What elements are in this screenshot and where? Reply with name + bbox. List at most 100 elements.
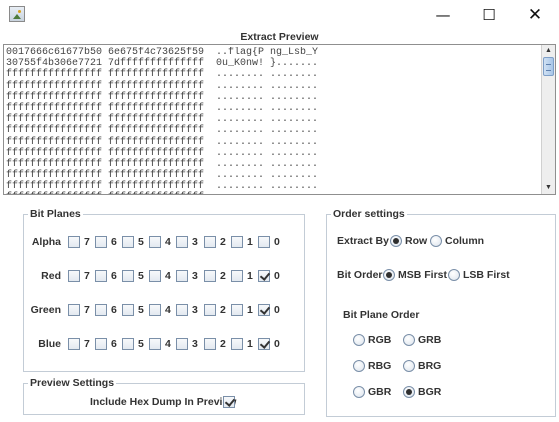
red-bit-6-label: 6 bbox=[111, 270, 117, 282]
green-row-label: Green bbox=[30, 304, 61, 316]
alpha-bit-3-checkbox[interactable] bbox=[176, 236, 188, 248]
scroll-down-arrow-icon[interactable]: ▼ bbox=[542, 182, 555, 194]
red-bit-4-checkbox[interactable] bbox=[149, 270, 161, 282]
green-bit-5-label: 5 bbox=[138, 304, 144, 316]
preview-line: 30755f4b306e7721 7dffffffffffffff 0u_K0n… bbox=[6, 58, 319, 70]
preview-line: ffffffffffffffff ffffffffffffffff ......… bbox=[6, 80, 319, 92]
blue-bit-5-checkbox[interactable] bbox=[122, 338, 134, 350]
red-bit-3-checkbox[interactable] bbox=[176, 270, 188, 282]
green-bit-6-checkbox[interactable] bbox=[95, 304, 107, 316]
bit-order-lsb-radio[interactable] bbox=[448, 269, 460, 281]
blue-bit-7-checkbox[interactable] bbox=[68, 338, 80, 350]
plane-order-gbr-radio[interactable] bbox=[353, 386, 365, 398]
alpha-bit-6-label: 6 bbox=[111, 236, 117, 248]
preview-line: 0017666c61677b50 6e675f4c73625f59 ..flag… bbox=[6, 47, 319, 58]
plane-order-rbg-label: RBG bbox=[368, 360, 392, 372]
close-button[interactable]: ✕ bbox=[512, 0, 558, 30]
bit-order-msb-radio[interactable] bbox=[383, 269, 395, 281]
green-bit-1-checkbox[interactable] bbox=[231, 304, 243, 316]
red-bit-2-checkbox[interactable] bbox=[204, 270, 216, 282]
red-bit-0-checkbox[interactable] bbox=[258, 270, 270, 282]
green-bit-4-checkbox[interactable] bbox=[149, 304, 161, 316]
blue-bit-1-checkbox[interactable] bbox=[231, 338, 243, 350]
alpha-bit-0-checkbox[interactable] bbox=[258, 236, 270, 248]
bit-planes-title: Bit Planes bbox=[28, 207, 83, 221]
scroll-up-arrow-icon[interactable]: ▲ bbox=[542, 45, 555, 57]
blue-bit-1-label: 1 bbox=[247, 338, 253, 350]
plane-order-rbg-radio[interactable] bbox=[353, 360, 365, 372]
blue-bit-6-checkbox[interactable] bbox=[95, 338, 107, 350]
blue-bit-7-label: 7 bbox=[84, 338, 90, 350]
red-bit-6-checkbox[interactable] bbox=[95, 270, 107, 282]
green-bit-0-checkbox[interactable] bbox=[258, 304, 270, 316]
alpha-bit-1-checkbox[interactable] bbox=[231, 236, 243, 248]
red-bit-5-checkbox[interactable] bbox=[122, 270, 134, 282]
green-bit-0-label: 0 bbox=[274, 304, 280, 316]
extract-by-column-radio[interactable] bbox=[430, 235, 442, 247]
plane-order-bgr-radio[interactable] bbox=[403, 386, 415, 398]
preview-line: ffffffffffffffff ffffffffffffffff ......… bbox=[6, 125, 319, 137]
green-bit-6-label: 6 bbox=[111, 304, 117, 316]
alpha-bit-1-label: 1 bbox=[247, 236, 253, 248]
blue-row-label: Blue bbox=[38, 338, 61, 350]
alpha-bit-5-checkbox[interactable] bbox=[122, 236, 134, 248]
green-bit-1-label: 1 bbox=[247, 304, 253, 316]
plane-order-gbr-label: GBR bbox=[368, 386, 392, 398]
blue-bit-0-checkbox[interactable] bbox=[258, 338, 270, 350]
blue-bit-3-checkbox[interactable] bbox=[176, 338, 188, 350]
alpha-bit-6-checkbox[interactable] bbox=[95, 236, 107, 248]
bit-order-lsb-label: LSB First bbox=[463, 269, 510, 281]
red-bit-7-label: 7 bbox=[84, 270, 90, 282]
preview-line: ffffffffffffffff ffffffffffffffff ......… bbox=[6, 69, 319, 81]
red-bit-7-checkbox[interactable] bbox=[68, 270, 80, 282]
red-bit-1-label: 1 bbox=[247, 270, 253, 282]
extract-preview-label: Extract Preview bbox=[240, 31, 319, 43]
red-bit-5-label: 5 bbox=[138, 270, 144, 282]
preview-line: ffffffffffffffff ffffffffffffffff ......… bbox=[6, 158, 319, 170]
preview-settings-title: Preview Settings bbox=[28, 376, 117, 390]
blue-bit-6-label: 6 bbox=[111, 338, 117, 350]
preview-line: ffffffffffffffff ffffffffffffffff ......… bbox=[6, 170, 319, 182]
bit-order-label: Bit Order bbox=[337, 269, 383, 281]
bit-planes-group: Bit Planes Alpha 7 6 5 4 3 2 1 0 Red 7 6 5 4 3 2 1 0 Green… bbox=[23, 207, 305, 372]
plane-order-brg-radio[interactable] bbox=[403, 360, 415, 372]
blue-bit-2-checkbox[interactable] bbox=[204, 338, 216, 350]
preview-line: ffffffffffffffff ffffffffffffffff ......… bbox=[6, 102, 319, 114]
green-bit-7-checkbox[interactable] bbox=[68, 304, 80, 316]
blue-bit-4-checkbox[interactable] bbox=[149, 338, 161, 350]
alpha-bit-3-label: 3 bbox=[192, 236, 198, 248]
red-bit-2-label: 2 bbox=[220, 270, 226, 282]
red-bit-1-checkbox[interactable] bbox=[231, 270, 243, 282]
red-row-label: Red bbox=[41, 270, 61, 282]
extract-by-row-label: Row bbox=[405, 235, 428, 247]
plane-order-brg-label: BRG bbox=[418, 360, 442, 372]
alpha-bit-2-label: 2 bbox=[220, 236, 226, 248]
plane-order-rgb-radio[interactable] bbox=[353, 334, 365, 346]
preview-line: ffffffffffffffff ffffffffffffffff ......… bbox=[6, 147, 319, 159]
maximize-button[interactable]: ☐ bbox=[466, 0, 512, 30]
order-settings-title: Order settings bbox=[331, 207, 407, 221]
green-bit-5-checkbox[interactable] bbox=[122, 304, 134, 316]
red-bit-3-label: 3 bbox=[192, 270, 198, 282]
green-bit-2-checkbox[interactable] bbox=[204, 304, 216, 316]
plane-order-grb-radio[interactable] bbox=[403, 334, 415, 346]
alpha-bit-0-label: 0 bbox=[274, 236, 280, 248]
extract-preview-textarea[interactable]: 0017666c61677b50 6e675f4c73625f59 ..flag… bbox=[3, 44, 556, 195]
minimize-button[interactable]: — bbox=[420, 0, 466, 30]
green-bit-3-label: 3 bbox=[192, 304, 198, 316]
green-bit-7-label: 7 bbox=[84, 304, 90, 316]
green-bit-4-label: 4 bbox=[165, 304, 171, 316]
alpha-bit-7-checkbox[interactable] bbox=[68, 236, 80, 248]
extract-by-row-radio[interactable] bbox=[390, 235, 402, 247]
hex-dump-checkbox[interactable] bbox=[223, 396, 235, 408]
preview-line: ffffffffffffffff ffffffffffffffff ......… bbox=[6, 192, 541, 194]
alpha-bit-4-checkbox[interactable] bbox=[149, 236, 161, 248]
preview-line: ffffffffffffffff ffffffffffffffff ......… bbox=[6, 136, 319, 148]
alpha-bit-2-checkbox[interactable] bbox=[204, 236, 216, 248]
red-bit-4-label: 4 bbox=[165, 270, 171, 282]
scrollbar-thumb[interactable] bbox=[543, 57, 554, 76]
extract-by-label: Extract By bbox=[337, 235, 389, 247]
vertical-scrollbar[interactable]: ▲ ▼ bbox=[541, 45, 555, 194]
preview-line: ffffffffffffffff ffffffffffffffff ......… bbox=[6, 114, 319, 126]
green-bit-3-checkbox[interactable] bbox=[176, 304, 188, 316]
